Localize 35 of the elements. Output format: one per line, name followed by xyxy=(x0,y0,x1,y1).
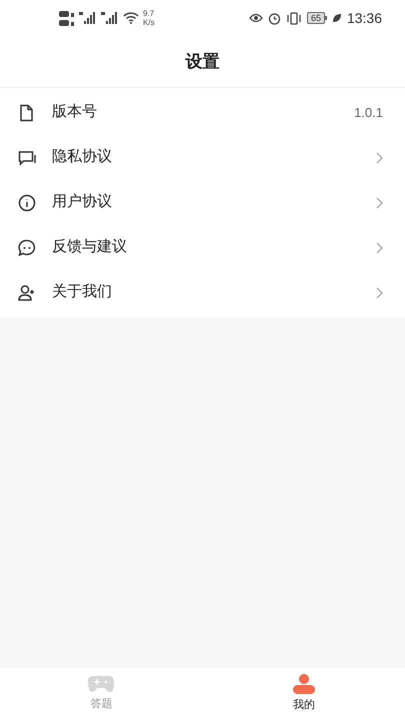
chat-icon xyxy=(18,148,36,166)
item-label: 关于我们 xyxy=(52,282,113,302)
eye-icon xyxy=(248,12,263,24)
clock-time: 13:36 xyxy=(346,8,382,28)
version-value: 1.0.1 xyxy=(354,104,383,122)
document-icon xyxy=(18,104,36,122)
chevron-right-icon xyxy=(376,196,383,208)
chevron-right-icon xyxy=(376,242,383,254)
gamepad-icon xyxy=(87,675,116,694)
chevron-right-icon xyxy=(376,152,383,164)
alarm-icon xyxy=(268,12,281,24)
wifi-icon xyxy=(123,12,139,24)
cellular-signal-icon xyxy=(79,11,97,25)
cellular-signal-icon xyxy=(101,11,119,25)
hd-signal-icon xyxy=(59,8,75,28)
settings-item[interactable]: 反馈与建议 xyxy=(0,225,405,270)
vibrate-icon xyxy=(286,12,302,24)
settings-item[interactable]: 用户协议 xyxy=(0,180,405,225)
leaf-icon xyxy=(332,13,342,23)
speech-bubble-icon xyxy=(18,238,36,256)
settings-item[interactable]: 关于我们 xyxy=(0,270,405,315)
battery-indicator: 65 xyxy=(306,12,327,24)
info-icon xyxy=(18,194,36,212)
network-speed-value: 9.7 xyxy=(143,9,155,18)
network-speed-unit: K/s xyxy=(143,18,155,27)
page-title: 设置 xyxy=(186,50,220,73)
tab[interactable]: 我的 xyxy=(202,668,405,720)
settings-item[interactable]: 版本号 1.0.1 xyxy=(0,90,405,135)
item-label: 隐私协议 xyxy=(52,147,113,168)
settings-item[interactable]: 隐私协议 xyxy=(0,135,405,180)
chevron-right-icon xyxy=(376,286,383,298)
item-label: 反馈与建议 xyxy=(52,237,128,258)
item-label: 版本号 xyxy=(52,102,98,122)
item-label: 用户协议 xyxy=(52,192,113,212)
user-add-icon xyxy=(18,284,36,302)
